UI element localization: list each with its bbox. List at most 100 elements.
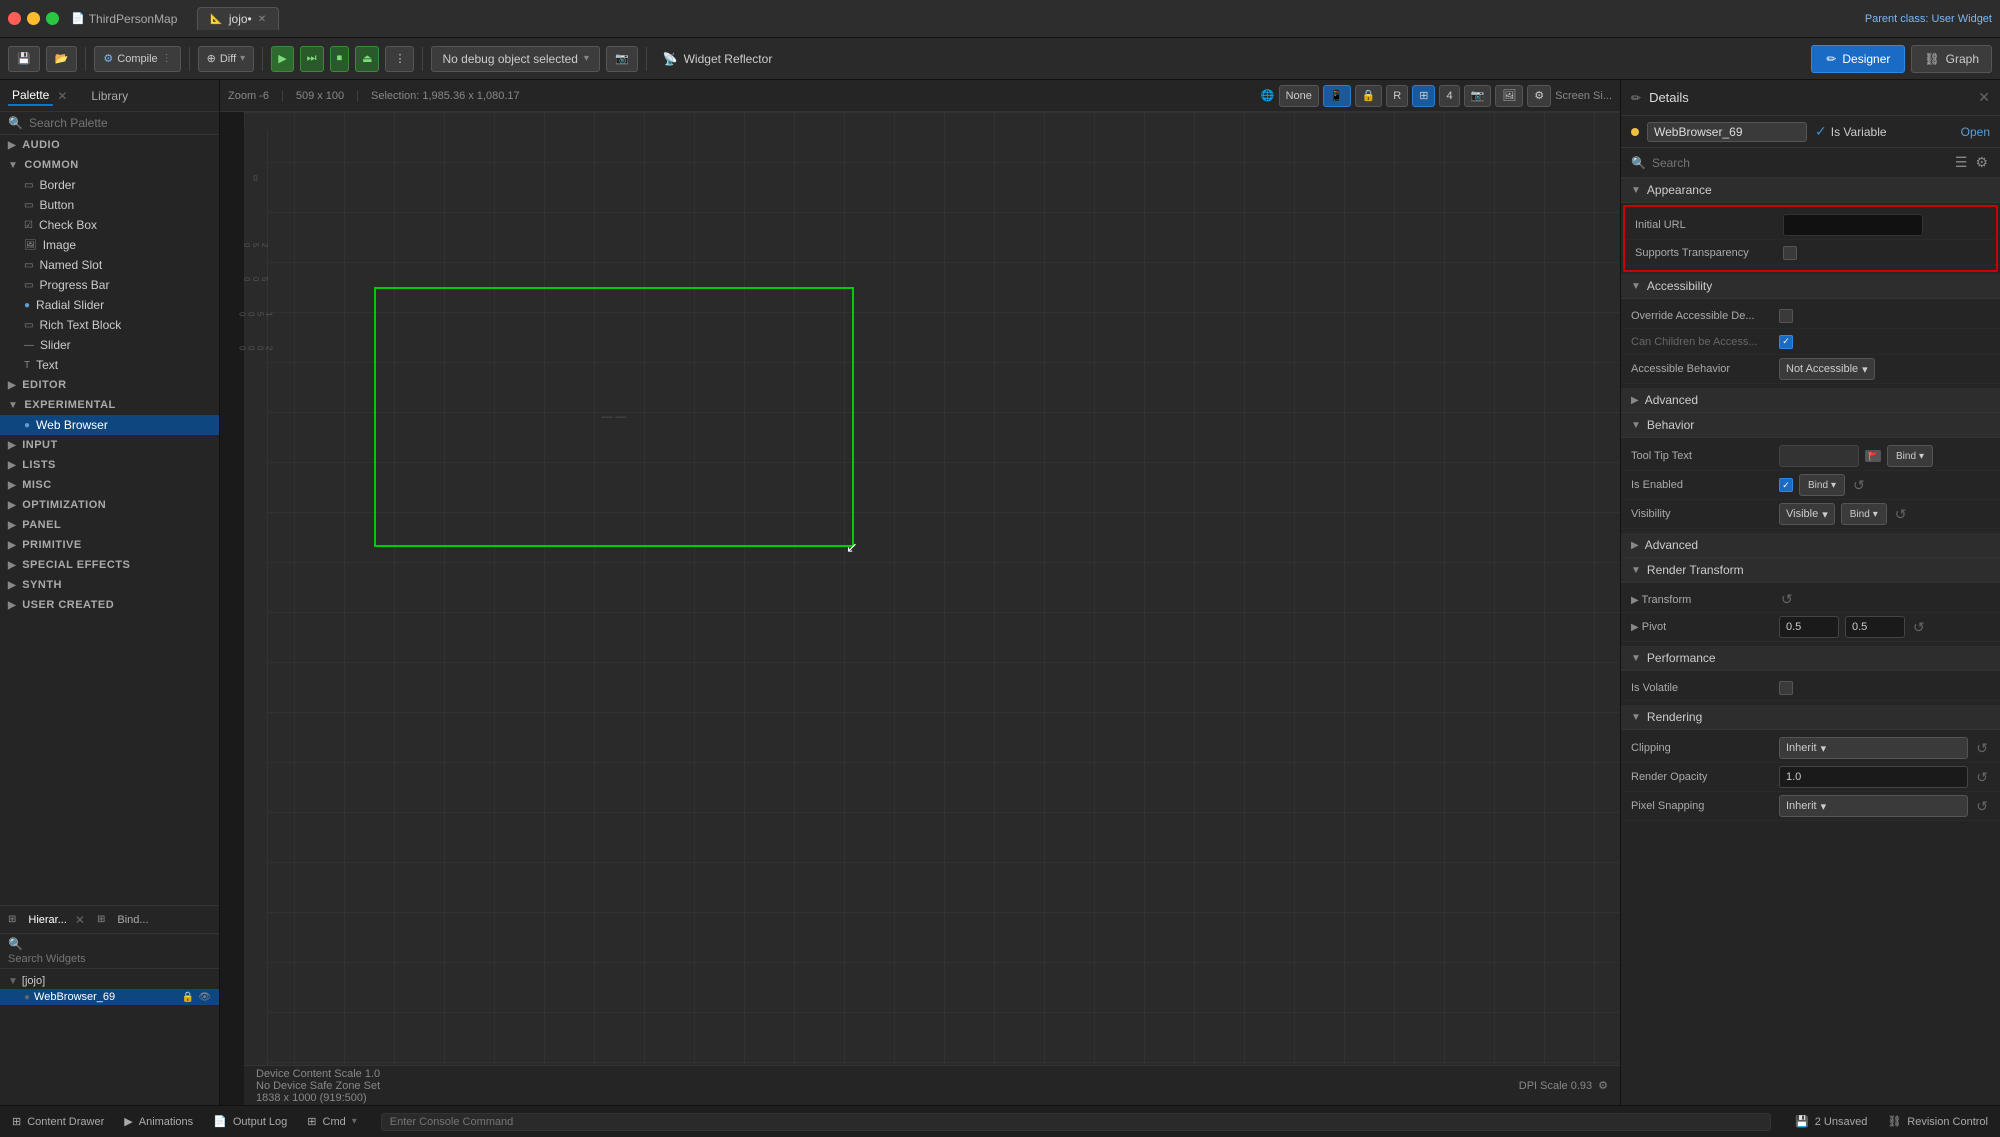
accessibility-section-header[interactable]: ▼ Accessibility	[1621, 274, 2000, 299]
image-button[interactable]: 🖼	[1495, 85, 1523, 107]
cmd-button[interactable]: ⊞ Cmd ▾	[303, 1113, 360, 1130]
palette-item-progress-bar[interactable]: ▭ Progress Bar	[0, 275, 219, 295]
play-next-button[interactable]: ⏭	[300, 46, 324, 72]
canvas-viewport[interactable]: 0 250 500 1500 2000 — — ↙ Device Content…	[244, 112, 1620, 1105]
diff-button[interactable]: ⊕ Diff ▾	[198, 46, 255, 72]
library-tab[interactable]: Library	[87, 87, 132, 105]
tree-item-jojo[interactable]: ▼ [jojo]	[0, 973, 219, 989]
transform-reset-icon[interactable]: ↺	[1779, 591, 1795, 608]
palette-item-named-slot[interactable]: ▭ Named Slot	[0, 255, 219, 275]
advanced2-section-header[interactable]: ▶ Advanced	[1621, 533, 2000, 558]
active-tab[interactable]: 📐 jojo• ✕	[197, 7, 279, 30]
grid-button[interactable]: ⊞	[1412, 85, 1435, 107]
widget-reflector-button[interactable]: 📡 Widget Reflector	[655, 49, 781, 69]
palette-section-input[interactable]: ▶ INPUT	[0, 435, 219, 455]
grid-view-icon[interactable]: ⚙	[1973, 152, 1990, 173]
stop-button[interactable]: ⏹	[330, 46, 350, 72]
tooltip-bind-button[interactable]: Bind ▾	[1887, 445, 1933, 467]
palette-section-panel[interactable]: ▶ PANEL	[0, 515, 219, 535]
tooltip-text-input[interactable]	[1779, 445, 1859, 467]
dpi-settings-icon[interactable]: ⚙	[1598, 1079, 1608, 1092]
tooltip-flag-icon[interactable]: 🚩	[1865, 450, 1881, 462]
hierarchy-tab[interactable]: Hierar...	[24, 912, 71, 928]
palette-section-experimental[interactable]: ▼ EXPERIMENTAL	[0, 395, 219, 415]
advanced1-section-header[interactable]: ▶ Advanced	[1621, 388, 2000, 413]
palette-item-radial-slider[interactable]: ● Radial Slider	[0, 295, 219, 315]
is-volatile-checkbox[interactable]	[1779, 681, 1793, 695]
palette-close-icon[interactable]: ✕	[57, 89, 67, 103]
revision-control-button[interactable]: ⛓ Revision Control	[1883, 1113, 1992, 1130]
palette-section-user-created[interactable]: ▶ USER CREATED	[0, 595, 219, 615]
palette-section-misc[interactable]: ▶ MISC	[0, 475, 219, 495]
clipping-select[interactable]: Inherit ▾	[1779, 737, 1968, 759]
maximize-button[interactable]	[46, 12, 59, 25]
can-children-access-checkbox[interactable]	[1779, 335, 1793, 349]
open-button[interactable]: Open	[1961, 125, 1990, 139]
play-button[interactable]: ▶	[271, 46, 293, 72]
rendering-section-header[interactable]: ▼ Rendering	[1621, 705, 2000, 730]
hierarchy-close-icon[interactable]: ✕	[75, 913, 85, 927]
render-opacity-reset-icon[interactable]: ↺	[1974, 769, 1990, 786]
list-view-icon[interactable]: ☰	[1953, 152, 1970, 173]
palette-item-web-browser[interactable]: ● Web Browser	[0, 415, 219, 435]
visibility-reset-icon[interactable]: ↺	[1893, 506, 1909, 523]
render-transform-section-header[interactable]: ▼ Render Transform	[1621, 558, 2000, 583]
palette-item-text[interactable]: T Text	[0, 355, 219, 375]
widget-box[interactable]: — — ↙	[374, 287, 854, 547]
debug-icon-button[interactable]: 📷	[606, 46, 638, 72]
pivot-y-input[interactable]	[1845, 616, 1905, 638]
eject-button[interactable]: ⏏	[355, 46, 379, 72]
bind-tab[interactable]: Bind...	[113, 912, 152, 928]
animations-button[interactable]: ▶ Animations	[120, 1113, 197, 1130]
appearance-section-header[interactable]: ▼ Appearance	[1621, 178, 2000, 203]
palette-section-audio[interactable]: ▶ AUDIO	[0, 135, 219, 155]
palette-item-border[interactable]: ▭ Border	[0, 175, 219, 195]
camera-button[interactable]: 📷	[1464, 85, 1492, 107]
palette-section-common[interactable]: ▼ COMMON	[0, 155, 219, 175]
close-button[interactable]	[8, 12, 21, 25]
pixel-snapping-reset-icon[interactable]: ↺	[1974, 798, 1990, 815]
palette-section-primitive[interactable]: ▶ PRIMITIVE	[0, 535, 219, 555]
details-search-input[interactable]	[1652, 156, 1947, 170]
performance-section-header[interactable]: ▼ Performance	[1621, 646, 2000, 671]
initial-url-input[interactable]	[1783, 214, 1923, 236]
render-opacity-input[interactable]	[1779, 766, 1968, 788]
palette-section-lists[interactable]: ▶ LISTS	[0, 455, 219, 475]
palette-tab[interactable]: Palette	[8, 86, 53, 106]
resize-handle[interactable]: ↙	[846, 539, 858, 551]
save-button[interactable]: 💾	[8, 46, 40, 72]
options-button[interactable]: ⋮	[385, 46, 414, 72]
designer-button[interactable]: ✏ Designer	[1811, 45, 1905, 73]
pivot-x-input[interactable]	[1779, 616, 1839, 638]
tab-close-icon[interactable]: ✕	[258, 14, 266, 25]
palette-item-button[interactable]: ▭ Button	[0, 195, 219, 215]
palette-section-editor[interactable]: ▶ EDITOR	[0, 375, 219, 395]
palette-item-rich-text[interactable]: ▭ Rich Text Block	[0, 315, 219, 335]
accessible-behavior-select[interactable]: Not Accessible ▾	[1779, 358, 1875, 380]
details-close-icon[interactable]: ✕	[1978, 89, 1990, 106]
lock-button[interactable]: 🔒	[1355, 85, 1383, 107]
palette-item-image[interactable]: 🖼 Image	[0, 235, 219, 255]
output-log-button[interactable]: 📄 Output Log	[209, 1113, 291, 1130]
is-enabled-reset-icon[interactable]: ↺	[1851, 477, 1867, 494]
palette-item-checkbox[interactable]: ☑ Check Box	[0, 215, 219, 235]
palette-item-slider[interactable]: — Slider	[0, 335, 219, 355]
is-enabled-checkbox[interactable]	[1779, 478, 1793, 492]
minimize-button[interactable]	[27, 12, 40, 25]
screen-button[interactable]: 📱	[1323, 85, 1351, 107]
override-accessible-checkbox[interactable]	[1779, 309, 1793, 323]
visibility-bind-button[interactable]: Bind ▾	[1841, 503, 1887, 525]
debug-selector[interactable]: No debug object selected ▾	[431, 46, 599, 72]
hierarchy-search-input[interactable]	[8, 953, 211, 965]
console-input[interactable]	[381, 1113, 1771, 1131]
behavior-section-header[interactable]: ▼ Behavior	[1621, 413, 2000, 438]
settings-button[interactable]: ⚙	[1527, 85, 1551, 107]
palette-section-optimization[interactable]: ▶ OPTIMIZATION	[0, 495, 219, 515]
content-drawer-button[interactable]: ⊞ Content Drawer	[8, 1113, 108, 1130]
browse-button[interactable]: 📂	[46, 46, 78, 72]
compile-button[interactable]: ⚙ Compile ⋮	[94, 46, 180, 72]
supports-transparency-checkbox[interactable]	[1783, 246, 1797, 260]
tree-item-webbrowser[interactable]: ● WebBrowser_69 🔒 👁	[0, 989, 219, 1005]
pivot-reset-icon[interactable]: ↺	[1911, 619, 1927, 636]
r-button[interactable]: R	[1386, 85, 1408, 107]
